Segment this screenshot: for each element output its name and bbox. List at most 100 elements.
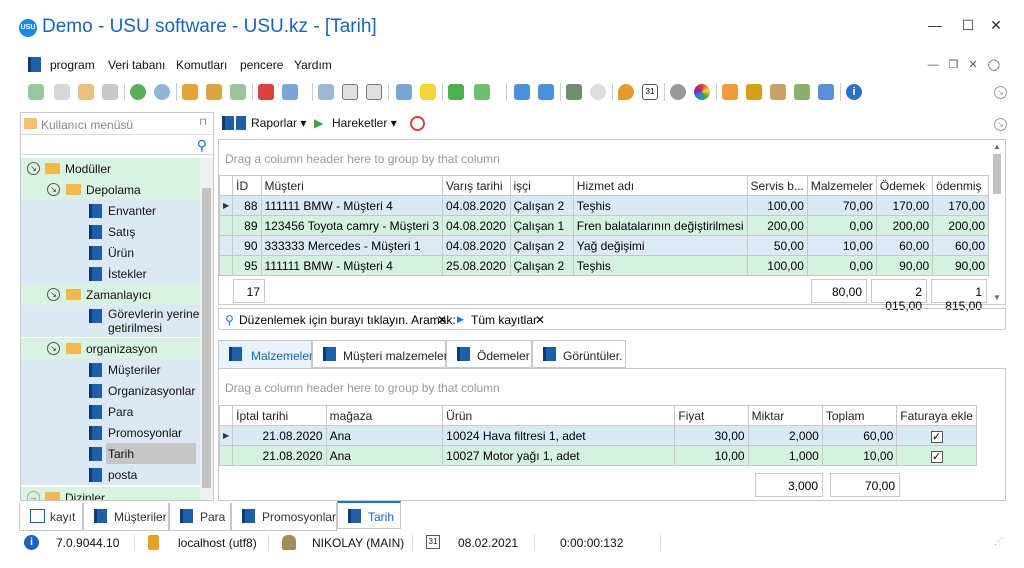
tree-item-depolama[interactable]: ↘ Depolama — [21, 179, 201, 200]
menu-commands[interactable]: Komutları — [176, 58, 227, 72]
tab-goruntuler[interactable]: Görüntüler. — [532, 340, 626, 368]
tree-item-moduller[interactable]: ↘ Modüller — [21, 158, 201, 179]
gear-icon[interactable] — [670, 84, 686, 100]
refresh-icon[interactable] — [28, 84, 44, 100]
calendar-icon[interactable]: 31 — [642, 84, 658, 100]
tab-para[interactable]: Para — [169, 503, 231, 531]
window-close-icon[interactable] — [538, 84, 554, 100]
lock-icon[interactable] — [746, 84, 762, 100]
tab-malzemeler[interactable]: Malzemeler — [218, 340, 313, 368]
expand-down-icon[interactable] — [342, 84, 358, 100]
rss-icon[interactable] — [722, 84, 738, 100]
main-grid-scrollbar[interactable]: ▲ ▼ — [991, 142, 1003, 302]
column-header[interactable]: Miktar — [747, 405, 823, 426]
columns-icon[interactable] — [318, 84, 334, 100]
column-header[interactable]: Faturaya ekle — [896, 405, 977, 426]
column-header[interactable]: İptal tarihi — [232, 405, 327, 426]
table-row[interactable]: ▶ 88 111111 BMW - Müşteri 4 04.08.2020 Ç… — [218, 195, 989, 216]
column-header[interactable]: ödenmiş — [932, 175, 989, 196]
add-row-icon[interactable] — [396, 84, 412, 100]
import-icon[interactable] — [474, 84, 490, 100]
copy-icon[interactable] — [54, 84, 70, 100]
search-filter-bar[interactable]: ⚲ Düzenlemek için burayı tıklayın. Arama… — [218, 308, 1006, 330]
tab-musteriler[interactable]: Müşteriler — [83, 503, 169, 531]
wand-icon[interactable] — [818, 84, 834, 100]
collapse-icon[interactable]: ↘ — [47, 183, 60, 196]
menu-program[interactable]: program — [50, 58, 95, 72]
collapse-icon[interactable]: ↘ — [47, 342, 60, 355]
column-header[interactable]: işçi — [509, 175, 574, 196]
tree-item-envanter[interactable]: Envanter — [21, 200, 201, 221]
refresh-red-icon[interactable] — [410, 116, 425, 131]
column-header[interactable]: Hizmet adı — [572, 175, 748, 196]
expand-icon[interactable]: → — [27, 491, 40, 500]
info-icon[interactable]: i — [846, 84, 862, 100]
column-header[interactable]: İD — [232, 175, 262, 196]
collapse-up-icon[interactable] — [366, 84, 382, 100]
filter-edit-hint[interactable]: Düzenlemek için burayı tıklayın. Aramak: — [239, 313, 456, 327]
map-pin-icon[interactable] — [618, 84, 634, 100]
column-header[interactable]: Toplam — [821, 405, 898, 426]
new-window-icon[interactable] — [514, 84, 530, 100]
group-by-hint[interactable]: Drag a column header here to group by th… — [225, 152, 500, 166]
note-icon[interactable] — [420, 84, 436, 100]
tree-item-organizasyonlar[interactable]: Organizasyonlar — [21, 380, 201, 401]
column-header[interactable]: Müşteri — [260, 175, 444, 196]
tree-item-organizasyon[interactable]: ↘ organizasyon — [21, 338, 201, 359]
reports-button[interactable]: Raporlar ▾ — [251, 116, 306, 130]
table-row[interactable]: 95 111111 BMW - Müşteri 4 25.08.2020 Çal… — [218, 255, 989, 276]
tab-musteri-malzemeleri[interactable]: Müşteri malzemeleri — [312, 340, 450, 368]
filter-icon[interactable] — [182, 84, 198, 100]
tree-item-para[interactable]: Para — [21, 401, 201, 422]
table-row[interactable]: 90 333333 Mercedes - Müşteri 1 04.08.202… — [218, 235, 989, 256]
column-header[interactable]: Ürün — [442, 405, 676, 426]
ribbon-more-icon[interactable]: ↘ — [994, 118, 1007, 131]
filter-settings-icon[interactable] — [230, 84, 246, 100]
arrow-circle-icon[interactable] — [590, 84, 606, 100]
tab-kayit[interactable]: kayıt — [19, 503, 83, 531]
filter-clear-icon[interactable] — [206, 84, 222, 100]
column-header[interactable]: Fiyat — [674, 405, 749, 426]
tree-item-promosyonlar[interactable]: Promosyonlar — [21, 422, 201, 443]
tab-odemeler[interactable]: Ödemeler — [446, 340, 532, 368]
tree-item-satis[interactable]: Satış — [21, 221, 201, 242]
all-records-filter[interactable]: Tüm kayıtlar — [471, 313, 537, 327]
clear-search-icon[interactable]: ✕ — [437, 313, 447, 327]
column-header[interactable]: mağaza — [325, 405, 444, 426]
color-wheel-icon[interactable] — [694, 84, 710, 100]
users-icon[interactable] — [794, 84, 810, 100]
menu-search[interactable]: ⚲ — [21, 135, 213, 155]
close-button[interactable]: ✕ — [984, 17, 1008, 34]
group-by-hint[interactable]: Drag a column header here to group by th… — [225, 381, 500, 395]
invoice-checkbox[interactable]: ✓ — [930, 430, 943, 443]
search-icon[interactable] — [154, 84, 170, 100]
invoice-checkbox[interactable]: ✓ — [930, 450, 943, 463]
image-icon[interactable] — [282, 84, 298, 100]
tree-item-musteriler[interactable]: Müşteriler — [21, 359, 201, 380]
reload-icon[interactable] — [130, 84, 146, 100]
column-header[interactable]: Varış tarihi — [442, 175, 511, 196]
delete-icon[interactable] — [102, 84, 118, 100]
tree-item-istekler[interactable]: İstekler — [21, 263, 201, 284]
flag-icon[interactable] — [258, 84, 274, 100]
actions-button[interactable]: Hareketler ▾ — [332, 116, 397, 130]
collapse-icon[interactable]: ↘ — [27, 162, 40, 175]
collapse-icon[interactable]: ↘ — [47, 288, 60, 301]
tree-item-zamanlayici[interactable]: ↘ Zamanlayıcı — [21, 284, 201, 305]
tree-item-urun[interactable]: Ürün — [21, 242, 201, 263]
tab-promosyonlar[interactable]: Promosyonlar — [231, 503, 337, 531]
clear-filter-icon[interactable]: ✕ — [535, 313, 545, 327]
menu-help[interactable]: Yardım — [294, 58, 332, 72]
search-icon[interactable]: ⚲ — [197, 137, 207, 154]
user-key-icon[interactable] — [770, 84, 786, 100]
menu-window[interactable]: pencere — [240, 58, 283, 72]
column-header[interactable]: Servis b... — [746, 175, 808, 196]
column-header[interactable]: Ödemek — [875, 175, 934, 196]
excel-export-icon[interactable] — [448, 84, 464, 100]
pin-icon[interactable]: ⊓ — [199, 117, 207, 128]
edit-icon[interactable] — [78, 84, 94, 100]
table-row[interactable]: 89 123456 Toyota camry - Müşteri 3 04.08… — [218, 215, 989, 236]
tree-scrollbar[interactable] — [200, 158, 213, 500]
column-header[interactable]: Malzemeler — [806, 175, 877, 196]
tree-item-tarih[interactable]: Tarih — [21, 443, 201, 464]
